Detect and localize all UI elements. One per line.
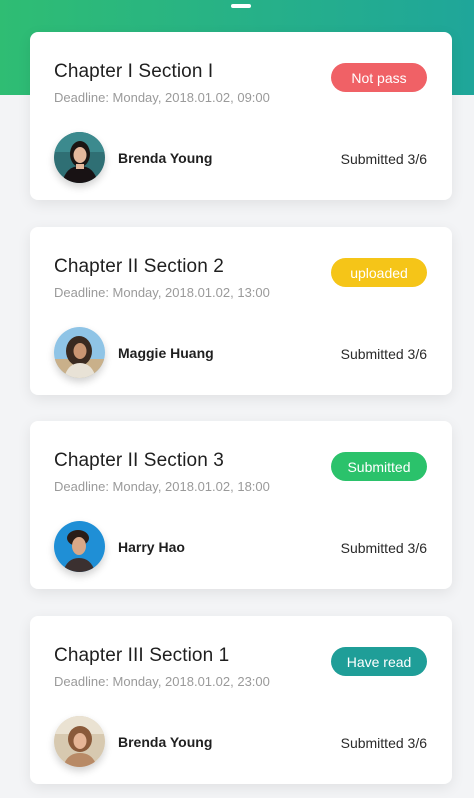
student-name: Brenda Young bbox=[118, 150, 213, 166]
status-badge: Have read bbox=[331, 647, 427, 676]
assignment-card[interactable]: Chapter II Section 2 Deadline: Monday, 2… bbox=[30, 227, 452, 395]
assignment-deadline: Deadline: Monday, 2018.01.02, 23:00 bbox=[54, 674, 270, 689]
avatar-photo-icon[interactable] bbox=[54, 132, 105, 183]
avatar-photo-icon[interactable] bbox=[54, 521, 105, 572]
assignment-list-screen: Chapter I Section I Deadline: Monday, 20… bbox=[0, 0, 474, 798]
assignment-deadline: Deadline: Monday, 2018.01.02, 18:00 bbox=[54, 479, 270, 494]
student-name: Harry Hao bbox=[118, 539, 185, 555]
status-badge: Not pass bbox=[331, 63, 427, 92]
student-name: Brenda Young bbox=[118, 734, 213, 750]
submitted-count: Submitted 3/6 bbox=[340, 346, 427, 362]
assignment-deadline: Deadline: Monday, 2018.01.02, 09:00 bbox=[54, 90, 270, 105]
assignment-title: Chapter II Section 2 bbox=[54, 256, 224, 277]
status-badge: uploaded bbox=[331, 258, 427, 287]
assignment-title: Chapter I Section I bbox=[54, 61, 214, 82]
assignment-title: Chapter II Section 3 bbox=[54, 450, 224, 471]
assignment-deadline: Deadline: Monday, 2018.01.02, 13:00 bbox=[54, 285, 270, 300]
status-badge: Submitted bbox=[331, 452, 427, 481]
avatar-photo-icon[interactable] bbox=[54, 716, 105, 767]
assignment-card[interactable]: Chapter III Section 1 Deadline: Monday, … bbox=[30, 616, 452, 784]
assignment-card[interactable]: Chapter I Section I Deadline: Monday, 20… bbox=[30, 32, 452, 200]
assignment-title: Chapter III Section 1 bbox=[54, 645, 230, 666]
student-name: Maggie Huang bbox=[118, 345, 214, 361]
submitted-count: Submitted 3/6 bbox=[340, 151, 427, 167]
avatar-photo-icon[interactable] bbox=[54, 327, 105, 378]
drag-handle[interactable] bbox=[231, 4, 251, 8]
submitted-count: Submitted 3/6 bbox=[340, 735, 427, 751]
assignment-card[interactable]: Chapter II Section 3 Deadline: Monday, 2… bbox=[30, 421, 452, 589]
submitted-count: Submitted 3/6 bbox=[340, 540, 427, 556]
